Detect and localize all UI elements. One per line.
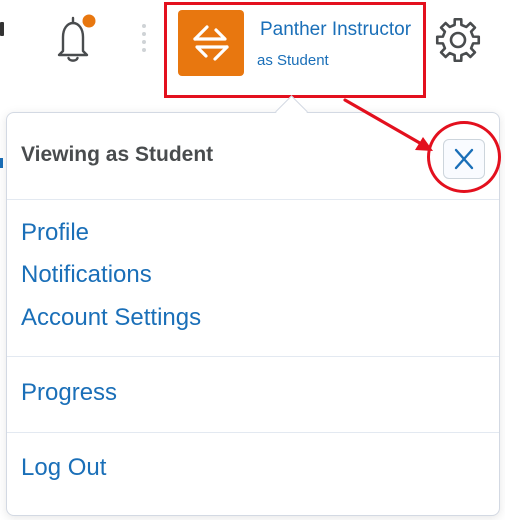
divider-dots	[140, 20, 148, 60]
user-menu-panel: Viewing as Student Profile Notifications…	[6, 112, 500, 516]
bell-icon	[57, 14, 96, 62]
user-role: as Student	[257, 52, 329, 69]
settings-button[interactable]	[432, 14, 484, 66]
panel-title: Viewing as Student	[21, 143, 214, 166]
cropped-nav-fragment	[0, 22, 4, 36]
log-out-link[interactable]: Log Out	[21, 454, 106, 482]
role-switch-icon	[193, 25, 229, 61]
notification-dot	[82, 14, 96, 28]
notifications-link[interactable]: Notifications	[21, 261, 152, 289]
separator	[7, 432, 499, 433]
separator	[7, 199, 499, 200]
user-menu-button[interactable]: Panther Instructor as Student	[164, 2, 426, 98]
close-button[interactable]	[443, 139, 485, 179]
notifications-bell-button[interactable]	[46, 12, 100, 66]
progress-link[interactable]: Progress	[21, 379, 117, 407]
avatar	[178, 10, 244, 76]
account-settings-link[interactable]: Account Settings	[21, 304, 201, 332]
profile-link[interactable]: Profile	[21, 219, 89, 247]
close-icon	[454, 148, 474, 170]
separator	[7, 356, 499, 357]
user-name: Panther Instructor	[260, 19, 412, 40]
gear-icon	[435, 17, 481, 63]
cropped-link-fragment	[0, 158, 3, 168]
